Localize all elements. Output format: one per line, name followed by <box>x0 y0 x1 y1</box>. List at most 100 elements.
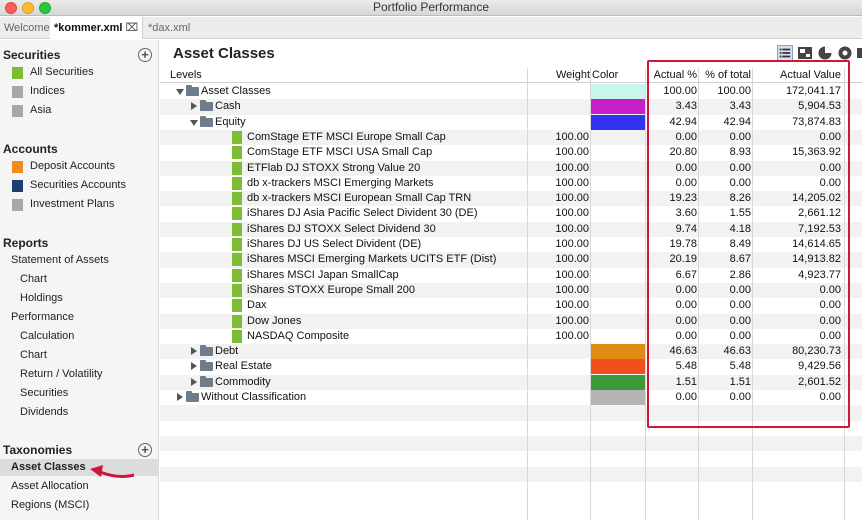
taxonomies-section-title: Taxonomies <box>3 443 73 457</box>
column-header-color[interactable]: Color <box>592 69 618 81</box>
security-icon <box>232 329 242 343</box>
tab-label: *kommer.xml <box>54 22 123 34</box>
security-icon <box>232 314 242 328</box>
sidebar-item-asia[interactable]: Asia <box>12 102 51 119</box>
row-label: ComStage ETF MSCI USA Small Cap <box>247 146 433 159</box>
tree-view-icon[interactable] <box>777 45 793 61</box>
weight-cell: 100.00 <box>555 176 589 189</box>
sidebar-item-regions-msci[interactable]: Regions (MSCI) <box>11 497 89 514</box>
sidebar-item-asset-allocation[interactable]: Asset Allocation <box>11 478 89 495</box>
column-divider <box>527 68 528 520</box>
expand-triangle-icon[interactable] <box>191 347 197 356</box>
maximize-window-button[interactable] <box>39 2 51 14</box>
sidebar-item-all-securities[interactable]: All Securities <box>12 64 94 81</box>
folder-icon <box>200 375 213 387</box>
weight-cell <box>528 359 589 374</box>
watchlist-icon <box>12 105 23 117</box>
sidebar-item-label: Securities Accounts <box>30 179 126 191</box>
security-icon <box>232 238 242 251</box>
pie-chart-icon[interactable] <box>817 45 833 61</box>
expand-triangle-icon[interactable] <box>191 362 197 371</box>
sidebar-item-investment-plans[interactable]: Investment Plans <box>12 196 114 213</box>
folder-icon <box>200 345 213 357</box>
close-tab-icon[interactable]: ⌧ <box>125 22 138 34</box>
sidebar-item-statement-of-assets[interactable]: Statement of Assets <box>11 252 109 269</box>
column-header-levels[interactable]: Levels <box>170 69 202 81</box>
security-icon <box>12 67 23 79</box>
empty-table-row <box>160 466 862 482</box>
weight-cell: 100.00 <box>555 299 589 312</box>
color-swatch[interactable] <box>591 84 645 99</box>
stacked-chart-icon[interactable] <box>857 45 862 61</box>
color-swatch[interactable] <box>591 374 645 390</box>
sidebar-item-deposit-accounts[interactable]: Deposit Accounts <box>12 158 115 175</box>
expand-triangle-icon[interactable] <box>191 377 197 386</box>
reports-section-title: Reports <box>3 236 49 250</box>
weight-cell: 100.00 <box>555 329 589 342</box>
row-label: Without Classification <box>201 391 307 403</box>
color-swatch[interactable] <box>591 99 645 115</box>
investment-plan-icon <box>12 199 23 211</box>
treemap-icon[interactable] <box>797 45 813 61</box>
weight-cell: 100.00 <box>555 161 589 174</box>
close-window-button[interactable] <box>5 2 17 14</box>
color-swatch[interactable] <box>591 114 645 130</box>
donut-chart-icon[interactable] <box>837 45 853 61</box>
column-header-weight[interactable]: Weight <box>556 69 590 81</box>
sidebar-item-indices[interactable]: Indices <box>12 83 65 100</box>
weight-cell: 100.00 <box>555 253 589 266</box>
collapse-triangle-icon[interactable] <box>190 119 198 126</box>
empty-table-row <box>160 435 862 452</box>
sidebar-item-dividends[interactable]: Dividends <box>20 404 68 421</box>
tab-welcome[interactable]: Welcome <box>0 17 54 39</box>
row-label: Dax <box>247 299 267 312</box>
row-label: Dow Jones <box>247 314 302 327</box>
sidebar-item-return-volatility[interactable]: Return / Volatility <box>20 366 103 383</box>
sidebar-item-performance[interactable]: Performance <box>11 309 74 326</box>
tab-kommer[interactable]: *kommer.xml ⌧ <box>50 17 144 39</box>
sidebar-item-holdings[interactable]: Holdings <box>20 290 63 307</box>
security-icon <box>232 207 242 221</box>
security-icon <box>232 299 242 313</box>
row-label: iShares DJ Asia Pacific Select Divident … <box>247 207 478 220</box>
sidebar-item-calculation[interactable]: Calculation <box>20 328 74 345</box>
color-swatch[interactable] <box>591 359 645 375</box>
folder-icon <box>200 100 213 112</box>
tab-label: Welcome <box>4 22 50 34</box>
row-label: Asset Classes <box>201 85 271 97</box>
folder-icon <box>200 115 213 127</box>
row-label: ComStage ETF MSCI Europe Small Cap <box>247 130 446 143</box>
security-icon <box>232 130 242 144</box>
sidebar-item-performance-chart[interactable]: Chart <box>20 347 47 364</box>
watchlist-icon <box>12 86 23 98</box>
tab-dax[interactable]: *dax.xml <box>144 17 194 39</box>
row-label: Debt <box>215 345 239 358</box>
weight-cell: 100.00 <box>555 130 589 143</box>
row-label: iShares DJ STOXX Select Dividend 30 <box>247 222 436 235</box>
red-highlight-box <box>647 60 850 428</box>
minimize-window-button[interactable] <box>22 2 34 14</box>
collapse-triangle-icon[interactable] <box>176 89 184 95</box>
securities-account-icon <box>12 180 23 192</box>
weight-cell: 100.00 <box>555 314 589 327</box>
column-divider <box>590 68 591 520</box>
expand-triangle-icon[interactable] <box>177 393 183 401</box>
security-icon <box>232 253 242 267</box>
folder-icon <box>200 360 213 372</box>
weight-cell: 100.00 <box>555 238 589 250</box>
weight-cell <box>528 375 589 390</box>
color-swatch[interactable] <box>591 344 645 360</box>
add-securities-icon[interactable]: + <box>138 48 152 62</box>
add-taxonomy-icon[interactable]: + <box>138 443 152 457</box>
sidebar-item-statement-chart[interactable]: Chart <box>20 271 47 288</box>
color-swatch[interactable] <box>591 390 645 405</box>
weight-cell <box>528 84 589 99</box>
row-label: db x-trackers MSCI European Small Cap TR… <box>247 192 472 205</box>
red-annotation-arrow <box>90 465 135 478</box>
security-icon <box>232 176 242 190</box>
sidebar-item-securities-report[interactable]: Securities <box>20 385 68 402</box>
expand-triangle-icon[interactable] <box>191 102 197 111</box>
row-label: Cash <box>215 100 241 113</box>
sidebar-item-securities-accounts[interactable]: Securities Accounts <box>12 177 126 194</box>
row-label: iShares DJ US Select Divident (DE) <box>247 238 422 250</box>
